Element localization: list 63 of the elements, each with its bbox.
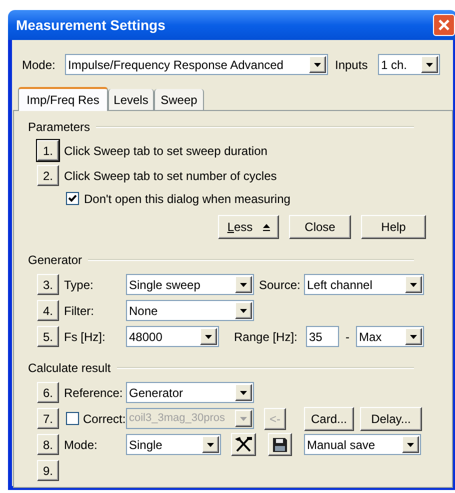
tab[interactable]: Imp/Freq Res	[18, 87, 108, 111]
combo-box[interactable]: Manual save	[304, 434, 421, 455]
combo-box[interactable]: Max	[356, 326, 424, 347]
step-text: Click Sweep tab to set sweep duration	[64, 142, 268, 160]
field-label: Mode:	[63, 436, 98, 454]
field-label: Fs [Hz]:	[63, 328, 106, 346]
field-label: Correct:	[82, 410, 126, 428]
caret-icon	[402, 436, 419, 453]
caret-icon	[309, 56, 326, 73]
caret-icon	[235, 410, 252, 427]
caret-icon	[200, 328, 217, 345]
step-button[interactable]: 1.	[37, 140, 59, 161]
checkbox[interactable]	[66, 192, 79, 205]
card-button[interactable]: Card...	[304, 406, 354, 430]
step-button[interactable]: 3.	[37, 274, 59, 295]
tools-button[interactable]	[231, 433, 256, 456]
combo-box[interactable]: 48000	[126, 326, 219, 347]
caret-icon	[235, 302, 252, 319]
dialog-button[interactable]: Help	[361, 215, 426, 239]
step-text: Click Sweep tab to set number of cycles	[64, 168, 277, 184]
window-title: Measurement Settings	[16, 16, 166, 35]
combo-box[interactable]: Left channel	[304, 274, 424, 295]
combo-box[interactable]: 1 ch.	[378, 54, 440, 75]
group-title: Parameters	[28, 119, 90, 136]
step-button[interactable]: 4.	[37, 300, 59, 321]
field-label: Source:	[258, 276, 302, 294]
combo-box[interactable]: None	[126, 300, 254, 321]
tab[interactable]: Sweep	[154, 89, 204, 110]
step-button[interactable]: 6.	[37, 382, 59, 403]
collapse-icon	[262, 224, 270, 230]
input-field[interactable]: 35	[306, 326, 339, 347]
hammer-wrench-icon	[235, 437, 252, 452]
field-label: Mode:	[22, 56, 56, 74]
tab[interactable]: Levels	[108, 89, 154, 110]
group-title: Generator	[28, 252, 82, 269]
close-icon	[438, 19, 450, 31]
close-button[interactable]	[433, 14, 455, 36]
caret-icon	[235, 276, 252, 293]
combo-box[interactable]: Single sweep	[126, 274, 254, 295]
field-label: Type:	[63, 276, 94, 294]
field-label: Inputs	[335, 56, 369, 74]
field-label: Range [Hz]:	[234, 328, 298, 346]
caret-icon	[405, 276, 422, 293]
step-button[interactable]: 8.	[37, 434, 59, 455]
caret-icon	[202, 436, 219, 453]
combo-box[interactable]: Impulse/Frequency Response Advanced	[65, 54, 328, 75]
dialog-button[interactable]: Close	[289, 215, 351, 239]
step-button[interactable]: 2.	[37, 165, 59, 186]
checkbox-label: Don't open this dialog when measuring	[84, 190, 290, 208]
combo-box[interactable]: Single	[126, 434, 221, 455]
caret-icon	[235, 384, 252, 401]
step-button[interactable]: 9.	[37, 460, 59, 481]
step-button[interactable]: 5.	[37, 326, 59, 347]
caret-icon	[421, 56, 438, 73]
dialog-button[interactable]: Less	[218, 215, 279, 239]
save-button[interactable]	[268, 433, 292, 456]
range-separator: -	[344, 328, 350, 346]
combo-box[interactable]: Generator	[126, 382, 254, 403]
caret-icon	[405, 328, 422, 345]
group-title: Calculate result	[28, 360, 111, 377]
field-label: Filter:	[63, 302, 95, 320]
field-label: Reference:	[63, 384, 124, 402]
delay-button[interactable]: Delay...	[360, 406, 422, 430]
